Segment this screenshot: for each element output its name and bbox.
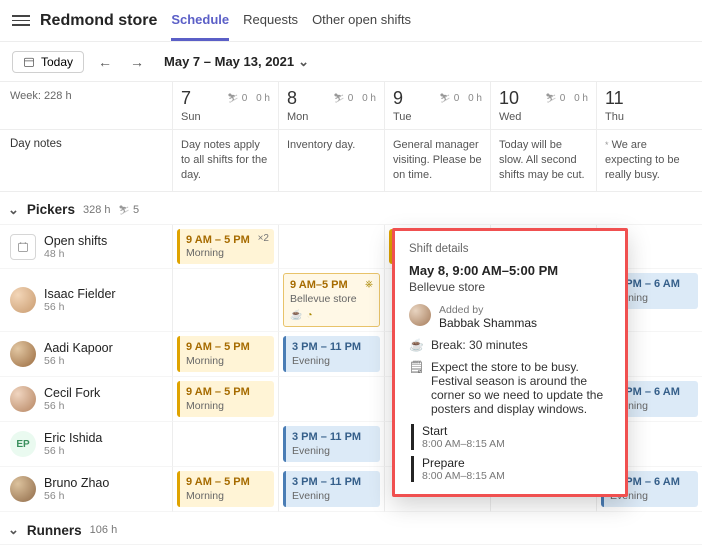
slot[interactable]: 9 AM – 5 PM Morning [172,377,278,422]
avatar [10,341,36,367]
avatar [10,476,36,502]
open-shift-icon [10,234,36,260]
popover-location: Bellevue store [409,280,611,294]
cup-icon: ☕ [409,338,423,352]
tabs: Schedule Requests Other open shifts [171,0,411,41]
slot[interactable]: 3 PM – 11 PM Evening [278,332,384,377]
group-name: Runners [27,523,82,538]
popover-activity: Start 8:00 AM–8:15 AM [411,424,611,450]
tab-other-open-shifts[interactable]: Other open shifts [312,0,411,41]
open-shifts-hours: 48 h [44,248,107,260]
group-name: Pickers [27,202,75,217]
slot[interactable] [172,269,278,332]
slot-open-sun[interactable]: 9 AM – 5 PM Morning ×2 [172,225,278,270]
popover-note-row: 🗒 Expect the store to be busy. Festival … [409,360,611,416]
day-name: Sun [181,111,270,123]
calendar-icon [23,56,35,68]
shift[interactable]: 3 PM – 11 PM Evening [283,426,380,462]
day-head-wed[interactable]: 10 ⛷0 0 h Wed [490,82,596,129]
people-icon: ⛷ [333,93,344,104]
avatar: EP [10,431,36,457]
shift[interactable]: 9 AM – 5 PM Morning [177,381,274,417]
person-row-header[interactable]: Cecil Fork 56 h [0,377,172,422]
note-indicator-icon: * [605,140,609,150]
shift-multiplier: ×2 [258,232,269,245]
shift[interactable]: 9 AM – 5 PM Morning [177,471,274,507]
popover-title: May 8, 9:00 AM–5:00 PM [409,263,611,278]
date-range-label: May 7 – May 13, 2021 [164,54,294,69]
top-bar: Redmond store Schedule Requests Other op… [0,0,702,42]
day-head-mon[interactable]: 8 ⛷0 0 h Mon [278,82,384,129]
shift-selected[interactable]: 9 AM–5 PM ⎈ Bellevue store ☕ ◔ [283,273,380,327]
tab-schedule[interactable]: Schedule [171,0,229,41]
people-icon: ⛷ [227,93,238,104]
slot[interactable]: 3 PM – 11 PM Evening [278,467,384,512]
location-pin-icon: ⎈ [365,278,373,292]
date-range-picker[interactable]: May 7 – May 13, 2021 [164,54,309,70]
person-row-header[interactable]: Isaac Fielder 56 h [0,269,172,332]
day-head-tue[interactable]: 9 ⛷0 0 h Tue [384,82,490,129]
menu-icon[interactable] [12,15,30,25]
open-shifts-row-header[interactable]: Open shifts 48 h [0,225,172,270]
day-note-thu[interactable]: * We are expecting to be really busy. [596,130,702,191]
day-note-mon[interactable]: Inventory day. [278,130,384,191]
group-pickers-header[interactable]: Pickers 328 h ⛷ 5 [0,192,702,225]
slot[interactable]: 9 AM–5 PM ⎈ Bellevue store ☕ ◔ [278,269,384,332]
people-icon: ⛷ [545,93,556,104]
person-row-header[interactable]: Bruno Zhao 56 h [0,467,172,512]
slot[interactable]: 3 PM – 11 PM Evening [278,422,384,467]
group-hours: 106 h [90,524,118,536]
today-label: Today [41,55,73,69]
chevron-down-icon [8,202,19,218]
popover-added-by: Added by Babbak Shammas [409,304,611,330]
day-head-sun[interactable]: 7 ⛷0 0 h Sun [172,82,278,129]
break-icon: ☕ [290,309,302,322]
open-shift-sun[interactable]: 9 AM – 5 PM Morning ×2 [177,229,274,265]
clock-icon: ◔ [306,309,312,322]
day-num: 7 [181,88,191,109]
slot-open-mon[interactable] [278,225,384,270]
slot[interactable]: 9 AM – 5 PM Morning [172,467,278,512]
week-hours-label: Week: 228 h [0,82,172,129]
avatar [10,287,36,313]
people-icon: ⛷ [118,205,129,215]
slot[interactable] [278,377,384,422]
store-name: Redmond store [40,12,157,30]
person-hours: 56 h [44,301,116,313]
tab-requests[interactable]: Requests [243,0,298,41]
shift-details-popover: Shift details May 8, 9:00 AM–5:00 PM Bel… [392,228,628,497]
open-shifts-label: Open shifts [44,234,107,248]
popover-break-row: ☕ Break: 30 minutes [409,338,611,352]
avatar [409,304,431,326]
person-name: Isaac Fielder [44,287,116,301]
next-week-button[interactable]: → [126,51,148,73]
toolbar: Today ← → May 7 – May 13, 2021 [0,42,702,82]
popover-activity: Prepare 8:00 AM–8:15 AM [411,456,611,482]
avatar [10,386,36,412]
shift[interactable]: 3 PM – 11 PM Evening [283,471,380,507]
person-row-header[interactable]: Aadi Kapoor 56 h [0,332,172,377]
people-icon: ⛷ [439,93,450,104]
slot[interactable] [172,422,278,467]
person-row-header[interactable]: EP Eric Ishida 56 h [0,422,172,467]
popover-heading: Shift details [409,243,611,255]
day-note-tue[interactable]: General manager visiting. Please be on t… [384,130,490,191]
slot[interactable]: 9 AM – 5 PM Morning [172,332,278,377]
prev-week-button[interactable]: ← [94,51,116,73]
day-notes-label: Day notes [0,130,172,191]
day-note-sun[interactable]: Day notes apply to all shifts for the da… [172,130,278,191]
shift[interactable]: 9 AM – 5 PM Morning [177,336,274,372]
day-header-row: Week: 228 h 7 ⛷0 0 h Sun 8 ⛷0 0 h Mon 9 … [0,82,702,130]
shift[interactable]: 3 PM – 11 PM Evening [283,336,380,372]
group-hours: 328 h [83,204,111,216]
today-button[interactable]: Today [12,51,84,73]
day-note-wed[interactable]: Today will be slow. All second shifts ma… [490,130,596,191]
chevron-down-icon [298,54,309,70]
group-runners-header[interactable]: Runners 106 h [0,512,702,545]
day-notes-row: Day notes Day notes apply to all shifts … [0,130,702,192]
day-head-thu[interactable]: 11 Thu [596,82,702,129]
chevron-down-icon [8,522,19,538]
note-icon: 🗒 [409,360,423,374]
